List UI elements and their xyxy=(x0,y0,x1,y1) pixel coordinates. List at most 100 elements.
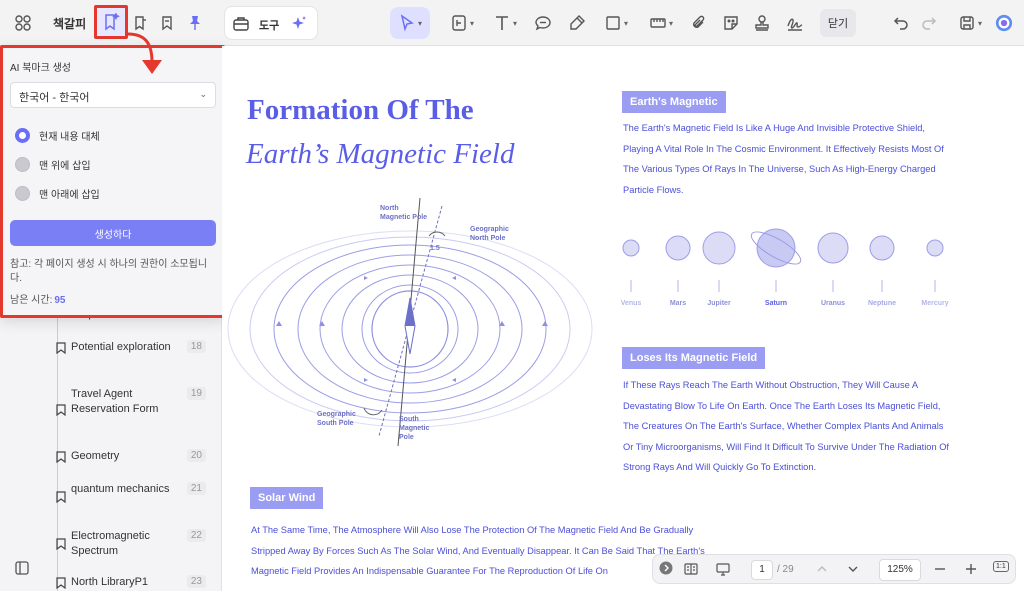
doc-title-line1: Formation Of The xyxy=(247,94,474,126)
bookmark-icon xyxy=(56,491,66,503)
zoom-level[interactable]: 125% xyxy=(879,559,921,581)
signature-icon[interactable] xyxy=(782,7,808,39)
page-number-input[interactable]: 1 xyxy=(751,560,773,580)
next-page-icon[interactable] xyxy=(846,562,860,576)
option-label: 현재 내용 대체 xyxy=(39,132,100,143)
bookmark-page: 22 xyxy=(186,529,206,542)
bookmark-label: North LibraryP1 xyxy=(71,576,149,588)
ai-assistant-icon[interactable] xyxy=(992,7,1016,39)
bookmark-icon xyxy=(56,342,66,354)
rectangle-icon xyxy=(606,16,620,30)
zoom-out-icon[interactable] xyxy=(933,562,947,576)
bookmark-label: Potential exploration xyxy=(71,341,171,353)
bookmark-label: Travel Agent Reservation Form xyxy=(71,388,159,415)
text-box-tool[interactable]: ▾ xyxy=(444,7,480,39)
bookmark-icon xyxy=(56,451,66,463)
radio-icon xyxy=(15,186,30,201)
label-geographic-south-pole: Geographic South Pole xyxy=(317,411,356,427)
planet-saturn: Saturn xyxy=(764,300,788,307)
undo-icon[interactable] xyxy=(890,7,912,39)
bookmark-item[interactable]: quantum mechanics 21 xyxy=(56,482,206,503)
shape-tool[interactable]: ▾ xyxy=(598,7,634,39)
option-insert-bottom[interactable]: 맨 아래에 삽입 xyxy=(15,186,100,201)
option-insert-top[interactable]: 맨 위에 삽입 xyxy=(15,157,91,172)
bookmark-label: quantum mechanics xyxy=(71,483,170,495)
bookmark-icon xyxy=(56,577,66,589)
generate-button[interactable]: 생성하다 xyxy=(10,220,216,246)
annotation-arrow xyxy=(127,32,162,74)
pin-icon[interactable] xyxy=(184,7,206,39)
highlighter-icon[interactable] xyxy=(566,7,588,39)
select-tool-button[interactable]: ▾ xyxy=(390,7,430,39)
bookmark-page: 19 xyxy=(186,387,206,400)
bookmark-page: 20 xyxy=(186,449,206,462)
section-text-magnetic: The Earth's Magnetic Field Is Like A Hug… xyxy=(623,123,944,195)
bookmark-tab[interactable]: 책갈피 xyxy=(53,15,86,32)
label-angle: 1.5 xyxy=(430,245,440,252)
collapse-icon[interactable] xyxy=(659,561,673,575)
section-heading-loses: Loses Its Magnetic Field xyxy=(622,347,766,369)
ai-sparkle-icon[interactable] xyxy=(289,14,309,34)
section-text-loses: If These Rays Reach The Earth Without Ob… xyxy=(623,380,950,472)
planet-uranus: Uranus xyxy=(820,300,846,307)
bookmark-label: Geometry xyxy=(71,450,120,462)
planet-venus: Venus xyxy=(620,300,642,307)
bookmark-page: 21 xyxy=(186,482,206,495)
tool-group: 도구 xyxy=(224,6,318,40)
page-nav-bar: 1 / 29 125% 1:1 xyxy=(652,554,1016,584)
ai-bookmark-icon xyxy=(105,13,120,31)
attachment-icon[interactable] xyxy=(688,7,710,39)
save-button[interactable]: ▾ xyxy=(952,7,988,39)
bookmark-item[interactable]: Geometry 20 xyxy=(56,449,206,464)
close-button[interactable]: 닫기 xyxy=(820,9,856,37)
language-value: 한국어 - 한국어 xyxy=(19,92,90,104)
zoom-in-icon[interactable] xyxy=(964,562,978,576)
option-replace[interactable]: 현재 내용 대체 xyxy=(15,128,100,143)
redo-icon[interactable] xyxy=(918,7,940,39)
usage-note: 참고: 각 페이지 생성 시 하나의 권한이 소모됩니다. xyxy=(10,259,208,284)
bookmark-icon xyxy=(56,538,66,550)
toolbox-icon[interactable] xyxy=(231,14,251,34)
text-tool[interactable]: ▾ xyxy=(487,7,523,39)
ai-bookmark-popup: AI 북마크 생성 한국어 - 한국어 ⌄ 현재 내용 대체 맨 위에 삽입 맨… xyxy=(0,45,225,318)
time-remaining: 남은 시간: 95 xyxy=(10,291,65,306)
comment-icon[interactable] xyxy=(532,7,554,39)
chevron-down-icon: ⌄ xyxy=(199,89,207,99)
save-icon xyxy=(960,16,974,30)
language-select[interactable]: 한국어 - 한국어 ⌄ xyxy=(10,82,216,108)
measure-tool[interactable]: ▾ xyxy=(643,7,679,39)
actual-size-button[interactable]: 1:1 xyxy=(993,561,1009,572)
bookmark-icon xyxy=(56,404,66,416)
popup-title: AI 북마크 생성 xyxy=(10,63,72,74)
grid-view-icon[interactable] xyxy=(10,7,36,39)
stamp-icon[interactable] xyxy=(751,7,773,39)
time-label: 남은 시간: xyxy=(10,295,53,306)
time-value: 95 xyxy=(54,295,66,306)
bookmark-item[interactable]: Potential exploration 18 xyxy=(56,340,206,355)
ruler-icon xyxy=(650,18,666,28)
bookmark-item[interactable]: Electromagnetic Spectrum 22 xyxy=(56,529,206,558)
text-box-icon xyxy=(452,15,466,31)
text-icon xyxy=(495,16,508,30)
tool-label[interactable]: 도구 xyxy=(259,17,279,33)
document-page: Formation Of The Earth’s Magnetic Field … xyxy=(222,46,1024,591)
bookmark-item[interactable]: Travel Agent Reservation Form 19 xyxy=(56,387,206,416)
bookmark-page: 23 xyxy=(186,575,206,588)
reading-mode-icon[interactable] xyxy=(683,561,699,577)
bookmark-label: Electromagnetic Spectrum xyxy=(71,530,150,557)
magnetic-field-diagram xyxy=(227,197,593,446)
label-north-magnetic-pole: North Magnetic Pole xyxy=(380,205,428,221)
prev-page-icon[interactable] xyxy=(815,562,829,576)
section-text-solar: At The Same Time, The Atmosphere Will Al… xyxy=(251,525,705,576)
sidebar-toggle-icon[interactable] xyxy=(14,560,30,576)
sticker-icon[interactable] xyxy=(720,7,742,39)
planet-jupiter: Jupiter xyxy=(707,300,731,307)
planets-illustration xyxy=(622,228,944,292)
planet-mercury: Mercury xyxy=(921,300,949,307)
planet-mars: Mars xyxy=(669,300,687,307)
section-heading-magnetic: Earth's Magnetic xyxy=(622,91,726,113)
bookmark-item[interactable]: North LibraryP1 23 xyxy=(56,575,206,590)
presentation-icon[interactable] xyxy=(715,561,731,577)
radio-selected-icon xyxy=(15,128,30,143)
option-label: 맨 아래에 삽입 xyxy=(39,190,100,201)
